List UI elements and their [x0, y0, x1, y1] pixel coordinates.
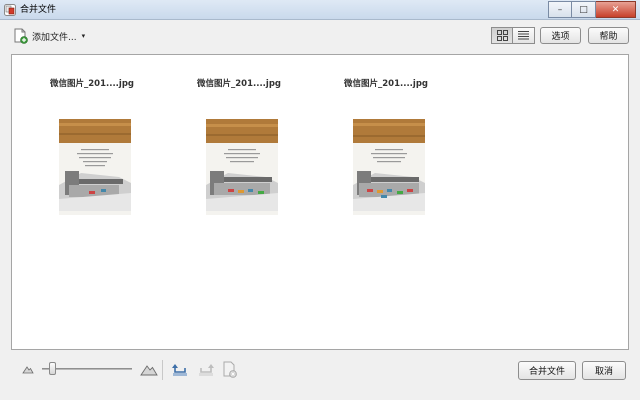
- file-thumbnail-panel[interactable]: 微信图片_201....jpg 微信图片_201....jpg 微信图片_201…: [11, 54, 629, 350]
- add-files-button[interactable]: 添加文件... ▾: [14, 27, 85, 45]
- file-name: 微信图片_201....jpg: [50, 79, 134, 89]
- file-preview-image: [206, 119, 278, 215]
- small-mountain-icon[interactable]: [22, 364, 34, 374]
- rotate-left-icon[interactable]: [171, 362, 189, 378]
- remove-page-icon[interactable]: [222, 361, 238, 379]
- window-title: 合并文件: [20, 5, 57, 15]
- title-bar[interactable]: 合并文件 – □ ✕: [0, 0, 640, 20]
- file-preview-image: [353, 119, 425, 215]
- maximize-button[interactable]: □: [572, 1, 596, 18]
- large-mountain-icon[interactable]: [140, 362, 158, 376]
- toolbar-separator: [162, 360, 163, 380]
- add-files-label: 添加文件...: [32, 32, 77, 43]
- file-preview-image: [59, 119, 131, 215]
- acrobat-combine-icon: [4, 4, 16, 16]
- list-view-button[interactable]: [513, 27, 535, 44]
- add-file-icon: [14, 28, 28, 44]
- options-button[interactable]: 选项: [540, 27, 581, 44]
- minimize-button[interactable]: –: [548, 1, 572, 18]
- window-controls: – □ ✕: [548, 1, 636, 18]
- list-view-icon: [518, 31, 529, 40]
- combine-files-window: 合并文件 – □ ✕ 添加文件... ▾ 选项 帮助 微信图片_201....j…: [0, 0, 640, 400]
- grid-view-button[interactable]: [491, 27, 513, 44]
- grid-view-icon: [496, 30, 508, 41]
- rotate-right-icon[interactable]: [197, 362, 215, 378]
- help-button[interactable]: 帮助: [588, 27, 629, 44]
- zoom-slider-handle[interactable]: [49, 362, 56, 375]
- bottom-bar: 合并文件 取消: [0, 352, 640, 400]
- view-toggle: [491, 27, 535, 44]
- file-name: 微信图片_201....jpg: [197, 79, 281, 89]
- chevron-down-icon: ▾: [81, 32, 86, 40]
- file-name: 微信图片_201....jpg: [344, 79, 428, 89]
- toolbar: 添加文件... ▾ 选项 帮助: [0, 21, 640, 51]
- merge-files-button[interactable]: 合并文件: [518, 361, 576, 380]
- close-button[interactable]: ✕: [596, 1, 636, 18]
- cancel-button[interactable]: 取消: [582, 361, 626, 380]
